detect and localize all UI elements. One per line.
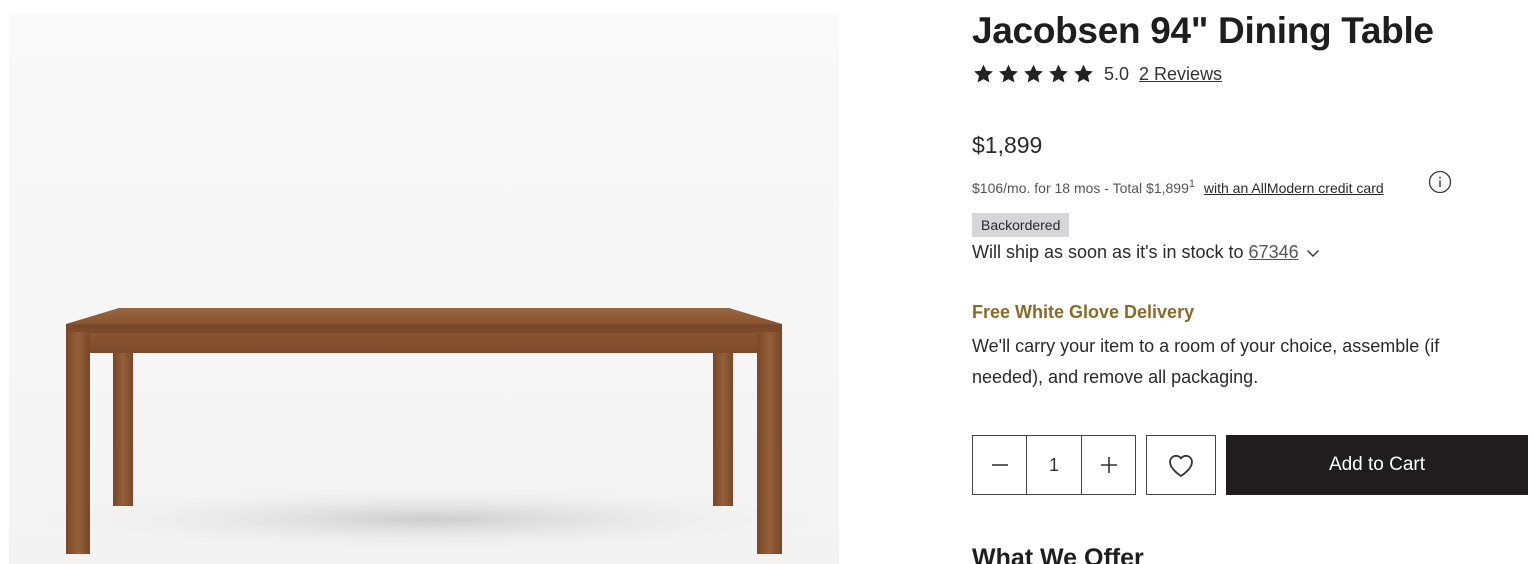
- financing-text: $106/mo. for 18 mos - Total $1,899: [972, 180, 1189, 196]
- reviews-link[interactable]: 2 Reviews: [1139, 64, 1222, 85]
- star-icon: [1074, 64, 1093, 83]
- star-rating: [972, 63, 1095, 85]
- minus-icon: [991, 464, 1008, 466]
- quantity-stepper: 1: [972, 435, 1136, 495]
- product-title: Jacobsen 94" Dining Table: [972, 10, 1434, 51]
- star-icon: [1024, 64, 1043, 83]
- info-icon[interactable]: [1428, 170, 1452, 194]
- plus-icon: [1100, 457, 1117, 473]
- what-we-offer-heading: What We Offer: [972, 544, 1144, 564]
- quantity-value[interactable]: 1: [1027, 436, 1081, 494]
- availability-badge: Backordered: [972, 213, 1070, 237]
- product-image[interactable]: [9, 14, 839, 564]
- delivery-description: We'll carry your item to a room of your …: [972, 336, 1440, 387]
- financing-offer: $106/mo. for 18 mos - Total $1,8991 with…: [972, 178, 1384, 196]
- heart-icon: [1169, 454, 1193, 477]
- financing-footnote: 1: [1188, 178, 1195, 190]
- dining-table-illustration: [9, 308, 839, 554]
- add-to-favorites-button[interactable]: [1146, 435, 1216, 495]
- star-icon: [999, 64, 1018, 83]
- shipping-info: Will ship as soon as it's in stock to 67…: [972, 242, 1321, 263]
- product-price: $1,899: [972, 132, 1043, 158]
- decrease-quantity-button[interactable]: [973, 436, 1027, 494]
- star-icon: [974, 64, 993, 83]
- increase-quantity-button[interactable]: [1081, 436, 1135, 494]
- rating-value: 5.0: [1104, 63, 1130, 84]
- chevron-down-icon[interactable]: [1305, 245, 1321, 261]
- rating-summary: 5.0 2 Reviews: [972, 62, 1222, 86]
- credit-card-link[interactable]: with an AllModern credit card: [1204, 180, 1384, 196]
- add-to-cart-button[interactable]: Add to Cart: [1226, 435, 1528, 495]
- delivery-title: Free White Glove Delivery: [972, 302, 1195, 322]
- shipping-text: Will ship as soon as it's in stock to: [972, 242, 1244, 262]
- star-icon: [1049, 64, 1068, 83]
- zip-code-link[interactable]: 67346: [1249, 242, 1299, 263]
